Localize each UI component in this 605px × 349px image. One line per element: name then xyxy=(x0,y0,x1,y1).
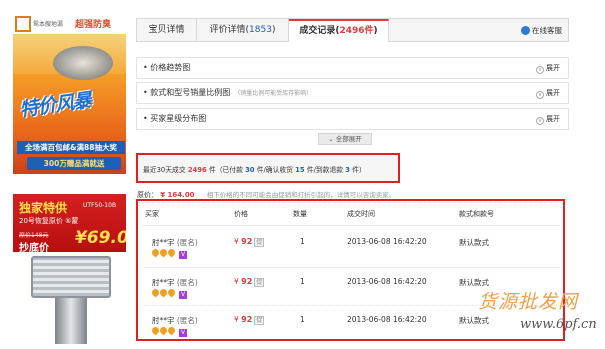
row-price: ¥ 92 促 xyxy=(234,277,265,287)
expand-toggle[interactable]: v 展开 xyxy=(536,83,560,103)
promo-tag: 促 xyxy=(254,316,265,325)
fold-label: • 款式和型号销量比例图 （销量比例可能受库存影响） xyxy=(143,88,313,97)
buyer-name[interactable]: 肘**宇 (匿名) xyxy=(152,277,198,288)
anonymous-tag: (匿名) xyxy=(176,316,198,325)
brand-logo-icon xyxy=(15,16,31,32)
heart-icon xyxy=(166,287,177,298)
row-qty: 1 xyxy=(300,277,305,286)
row-qty: 1 xyxy=(300,315,305,324)
fold-price-trend[interactable]: • 价格趋势图 v 展开 xyxy=(136,57,569,79)
promo-tag: 促 xyxy=(254,278,265,287)
original-price-value: ¥ 164.00 xyxy=(160,191,195,199)
sales-stats-box: 最近30天成交 2496 件（已付款 30 件/确认收货 15 件/到款退款 3… xyxy=(136,153,400,183)
sales-stats-text: 最近30天成交 2496 件（已付款 30 件/确认收货 15 件/到款退款 3… xyxy=(143,166,366,174)
confirmed-count: 15 xyxy=(295,166,305,174)
transaction-count: 2496件 xyxy=(339,26,374,36)
service-icon xyxy=(521,26,530,35)
column-header-style: 款式和款号 xyxy=(459,210,494,218)
vip-icon: V xyxy=(179,329,187,337)
column-header-time: 成交时间 xyxy=(347,210,375,218)
service-label: 在线客服 xyxy=(532,26,562,35)
expand-all-button[interactable]: ⌄ 全部展开 xyxy=(318,133,372,145)
watermark-url: www.6pf.cn xyxy=(520,317,597,332)
vip-icon: V xyxy=(179,251,187,259)
tab-transactions[interactable]: 成交记录(2496件) xyxy=(289,19,389,42)
brand-slogan: 超强防臭 xyxy=(75,20,112,30)
chevron-down-icon: v xyxy=(536,117,544,125)
heart-icon xyxy=(166,247,177,258)
row-time: 2013-06-08 16:42:20 xyxy=(347,315,427,324)
refund-count: 3 xyxy=(345,166,350,174)
anonymous-tag: (匿名) xyxy=(176,278,198,287)
chevron-down-icon: v xyxy=(536,91,544,99)
promo-text-1: 全场满百包邮&满88抽大奖 xyxy=(17,141,125,154)
column-header-buyer: 买家 xyxy=(145,210,159,218)
promo-banner-bottom[interactable]: 独家特供 UTF50-10B 20号恢复原价 ⑥蒙 原价148元 抄底价 ¥69… xyxy=(13,194,126,346)
buyer-name[interactable]: 肘**宇 (匿名) xyxy=(152,237,198,248)
banner-headline: 特价风暴 xyxy=(18,89,93,122)
detail-tabs: 宝贝详情 评价详情(1853) 成交记录(2496件) 在线客服 xyxy=(136,18,569,42)
table-row: 肘**宇 (匿名) V ¥ 92 促 1 2013-06-08 16:42:20 … xyxy=(138,229,563,267)
divider xyxy=(142,225,559,226)
fold-buyer-rating[interactable]: • 买家星级分布图 v 展开 xyxy=(136,108,569,130)
original-price: 原价148元 xyxy=(19,232,49,239)
chevron-down-icon: v xyxy=(536,66,544,74)
buyer-rating: V xyxy=(150,287,187,299)
sale-price: ¥69.0 xyxy=(75,228,126,248)
site-watermark: 货源批发网 www.6pf.cn xyxy=(474,287,602,345)
review-count: 1853 xyxy=(249,25,272,35)
vip-icon: V xyxy=(179,291,187,299)
online-service-button[interactable]: 在线客服 xyxy=(521,24,562,37)
row-price: ¥ 92 促 xyxy=(234,237,265,247)
tab-label: 宝贝详情 xyxy=(148,25,185,35)
tab-reviews[interactable]: 评价详情(1853) xyxy=(197,19,289,41)
product-image xyxy=(53,46,113,80)
paid-count: 30 xyxy=(245,166,255,174)
buyer-name[interactable]: 肘**宇 (匿名) xyxy=(152,315,198,326)
banner-subtitle: 20号恢复原价 ⑥蒙 xyxy=(19,217,79,225)
product-model: UTF50-10B xyxy=(83,202,117,209)
fold-style-ratio[interactable]: • 款式和型号销量比例图 （销量比例可能受库存影响） v 展开 xyxy=(136,82,569,104)
row-time: 2013-06-08 16:42:20 xyxy=(347,237,427,246)
tab-label: 成交记录 xyxy=(299,26,336,36)
product-image xyxy=(31,256,111,298)
row-price: ¥ 92 促 xyxy=(234,315,265,325)
tab-item-details[interactable]: 宝贝详情 xyxy=(137,19,197,41)
column-header-price: 价格 xyxy=(234,210,248,218)
fold-label: • 买家星级分布图 xyxy=(143,114,207,123)
product-pipe-image xyxy=(55,298,87,344)
low-price-label: 抄底价 xyxy=(19,243,49,254)
divider xyxy=(142,267,559,268)
buyer-rating: V xyxy=(150,247,187,259)
total-sold: 2496 xyxy=(187,166,207,174)
fold-hint: （销量比例可能受库存影响） xyxy=(234,90,313,97)
column-header-qty: 数量 xyxy=(293,210,307,218)
tab-label: 评价详情 xyxy=(209,25,246,35)
expand-toggle[interactable]: v 展开 xyxy=(536,58,560,78)
brand-name: 鸳本艘地漏 xyxy=(33,21,64,28)
banner-title: 独家特供 xyxy=(19,201,68,215)
watermark-text: 货源批发网 xyxy=(478,291,579,313)
row-style: 默认款式 xyxy=(459,238,489,247)
promo-tag: 促 xyxy=(254,238,265,247)
promo-banner-top[interactable]: 鸳本艘地漏 超强防臭 特价风暴 全场满百包邮&满88抽大奖 300万赠品满就送 xyxy=(13,14,126,174)
buyer-rating: V xyxy=(150,325,187,337)
heart-icon xyxy=(166,325,177,336)
fold-label: • 价格趋势图 xyxy=(143,63,191,72)
table-header: 买家 价格 数量 成交时间 款式和款号 xyxy=(138,209,563,223)
anonymous-tag: (匿名) xyxy=(176,238,198,247)
price-note: 相下价格的不同可能会由促销和打折引起的，详情可以咨询卖家。 xyxy=(206,191,396,199)
expand-toggle[interactable]: v 展开 xyxy=(536,109,560,129)
row-qty: 1 xyxy=(300,237,305,246)
row-time: 2013-06-08 16:42:20 xyxy=(347,277,427,286)
promo-text-2: 300万赠品满就送 xyxy=(27,157,121,170)
price-label: 原价： xyxy=(137,191,158,199)
